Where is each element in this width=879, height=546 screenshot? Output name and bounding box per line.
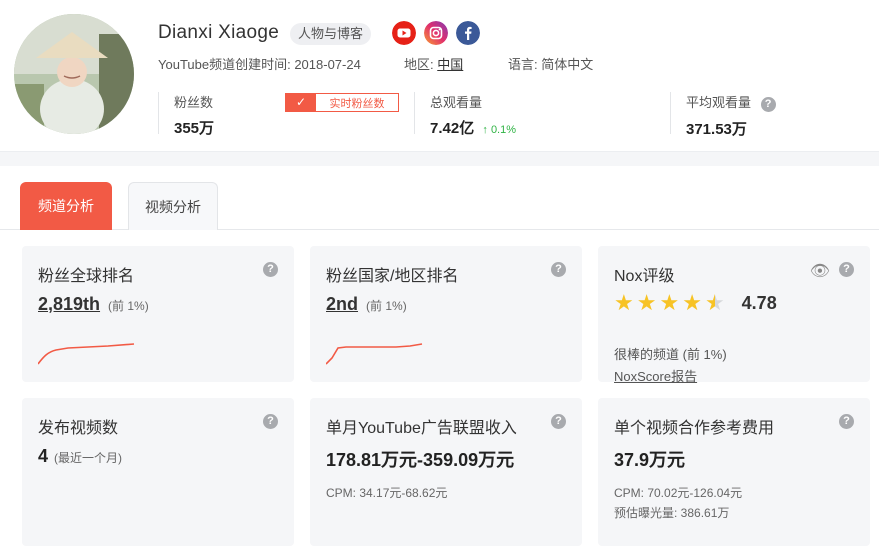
- country-rank-percent: (前 1%): [366, 299, 407, 313]
- realtime-subscribers-button[interactable]: ✓ 实时粉丝数: [285, 93, 399, 112]
- check-icon: ✓: [286, 94, 316, 111]
- region-link[interactable]: 中国: [437, 57, 463, 72]
- coop-fee-exposure: 预估曝光量: 386.61万: [614, 506, 730, 520]
- help-icon[interactable]: ?: [839, 414, 854, 429]
- card-title: 单个视频合作参考费用: [614, 420, 775, 437]
- ad-income-cpm: CPM: 34.17元-68.62元: [326, 486, 448, 500]
- video-count-row: 4 (最近一个月): [38, 446, 122, 467]
- card-title: 单月YouTube广告联盟收入: [326, 420, 517, 437]
- global-rank-percent: (前 1%): [108, 299, 149, 313]
- coop-fee-value: 37.9万元: [614, 450, 686, 470]
- help-icon[interactable]: ?: [760, 97, 776, 112]
- rank-row: 2,819th (前 1%): [38, 294, 149, 315]
- card-title: Nox评级: [614, 268, 675, 285]
- tab-video-analysis[interactable]: 视频分析: [128, 182, 218, 230]
- created-label: YouTube频道创建时间:: [158, 57, 291, 72]
- rating-stars: ★ ★ ★ ★ ★ 4.78: [614, 292, 777, 314]
- channel-created: YouTube频道创建时间: 2018-07-24: [158, 54, 361, 73]
- arrow-up-icon: ↑: [482, 124, 488, 136]
- video-count-value: 4: [38, 446, 49, 466]
- nox-rating-card: Nox评级 👁 ? ★ ★ ★ ★ ★ 4.78 很棒的频道 (前 1%) No…: [598, 246, 870, 385]
- card-title: 发布视频数: [38, 420, 119, 437]
- region-label: 地区:: [404, 57, 434, 72]
- channel-avatar[interactable]: [14, 14, 134, 134]
- stat-divider: [670, 92, 671, 134]
- country-rank-sparkline: [326, 343, 423, 365]
- growth-value: 0.1%: [490, 124, 517, 136]
- global-rank-card: 粉丝全球排名 ? 2,819th (前 1%): [22, 246, 294, 382]
- noxscore-report-link[interactable]: NoxScore报告: [614, 366, 697, 385]
- total-views-label: 总观看量: [430, 95, 483, 110]
- channel-header: Dianxi Xiaoge 人物与博客 YouTube频道创建时间: 2018-…: [0, 0, 879, 152]
- facebook-icon[interactable]: [456, 21, 480, 45]
- star-icon: ★: [682, 290, 702, 315]
- video-count-period: (最近一个月): [54, 451, 123, 465]
- nox-score: 4.78: [741, 292, 777, 313]
- analysis-content: 粉丝全球排名 ? 2,819th (前 1%) 粉丝国家/地区排名 ? 2nd …: [0, 230, 879, 546]
- channel-language: 语言: 简体中文: [508, 54, 593, 73]
- country-rank-card: 粉丝国家/地区排名 ? 2nd (前 1%): [310, 246, 582, 382]
- help-icon[interactable]: ?: [551, 262, 566, 277]
- card-title: 粉丝全球排名: [38, 268, 135, 285]
- star-icon: ★: [659, 290, 680, 315]
- subscribers-stat: 粉丝数 355万: [174, 92, 214, 137]
- ad-income-card: 单月YouTube广告联盟收入 ? 178.81万元-359.09万元 CPM:…: [310, 398, 582, 546]
- language-label: 语言:: [508, 57, 538, 72]
- help-icon[interactable]: ?: [551, 414, 566, 429]
- stat-divider: [158, 92, 159, 134]
- half-star-icon: ★: [704, 290, 725, 315]
- coop-fee-cpm: CPM: 70.02元-126.04元: [614, 486, 743, 500]
- realtime-label: 实时粉丝数: [329, 97, 385, 110]
- total-views-stat: 总观看量 7.42亿 ↑ 0.1%: [430, 92, 516, 137]
- star-icon: ★: [636, 290, 657, 315]
- channel-name: Dianxi Xiaoge: [158, 22, 280, 43]
- ad-income-value: 178.81万元-359.09万元: [326, 450, 515, 470]
- analysis-tabs: 频道分析 视频分析: [0, 166, 879, 230]
- avg-views-value: 371.53万: [686, 121, 747, 138]
- help-icon[interactable]: ?: [263, 414, 278, 429]
- category-tag[interactable]: 人物与博客: [290, 23, 372, 45]
- global-rank-value[interactable]: 2,819th: [38, 294, 100, 315]
- subscribers-label: 粉丝数: [174, 95, 214, 110]
- eye-icon[interactable]: 👁: [810, 261, 830, 281]
- avg-views-label: 平均观看量: [686, 95, 752, 110]
- country-rank-value[interactable]: 2nd: [326, 294, 358, 315]
- youtube-icon[interactable]: [392, 21, 416, 45]
- video-count-card: 发布视频数 ? 4 (最近一个月): [22, 398, 294, 546]
- help-icon[interactable]: ?: [839, 262, 854, 277]
- language-value: 简体中文: [541, 57, 594, 72]
- channel-region: 地区: 中国: [404, 54, 463, 73]
- tab-channel-analysis[interactable]: 频道分析: [20, 182, 112, 230]
- stat-divider: [414, 92, 415, 134]
- growth-indicator: ↑ 0.1%: [482, 124, 516, 136]
- total-views-value: 7.42亿: [430, 120, 475, 137]
- created-date: 2018-07-24: [294, 57, 361, 72]
- avg-views-stat: 平均观看量 ? 371.53万: [686, 92, 776, 138]
- coop-fee-card: 单个视频合作参考费用 ? 37.9万元 CPM: 70.02元-126.04元 …: [598, 398, 870, 546]
- subscribers-value: 355万: [174, 120, 215, 137]
- avg-views-label-row: 平均观看量 ?: [686, 92, 776, 112]
- nox-desc: 很棒的频道 (前 1%): [614, 347, 727, 362]
- instagram-icon[interactable]: [424, 21, 448, 45]
- avatar-image: [14, 14, 134, 134]
- card-title: 粉丝国家/地区排名: [326, 268, 459, 285]
- total-views-row: 7.42亿 ↑ 0.1%: [430, 117, 516, 138]
- rank-row: 2nd (前 1%): [326, 294, 407, 315]
- star-icon: ★: [614, 290, 634, 315]
- global-rank-sparkline: [38, 343, 135, 365]
- help-icon[interactable]: ?: [263, 262, 278, 277]
- section-gap: [0, 152, 879, 166]
